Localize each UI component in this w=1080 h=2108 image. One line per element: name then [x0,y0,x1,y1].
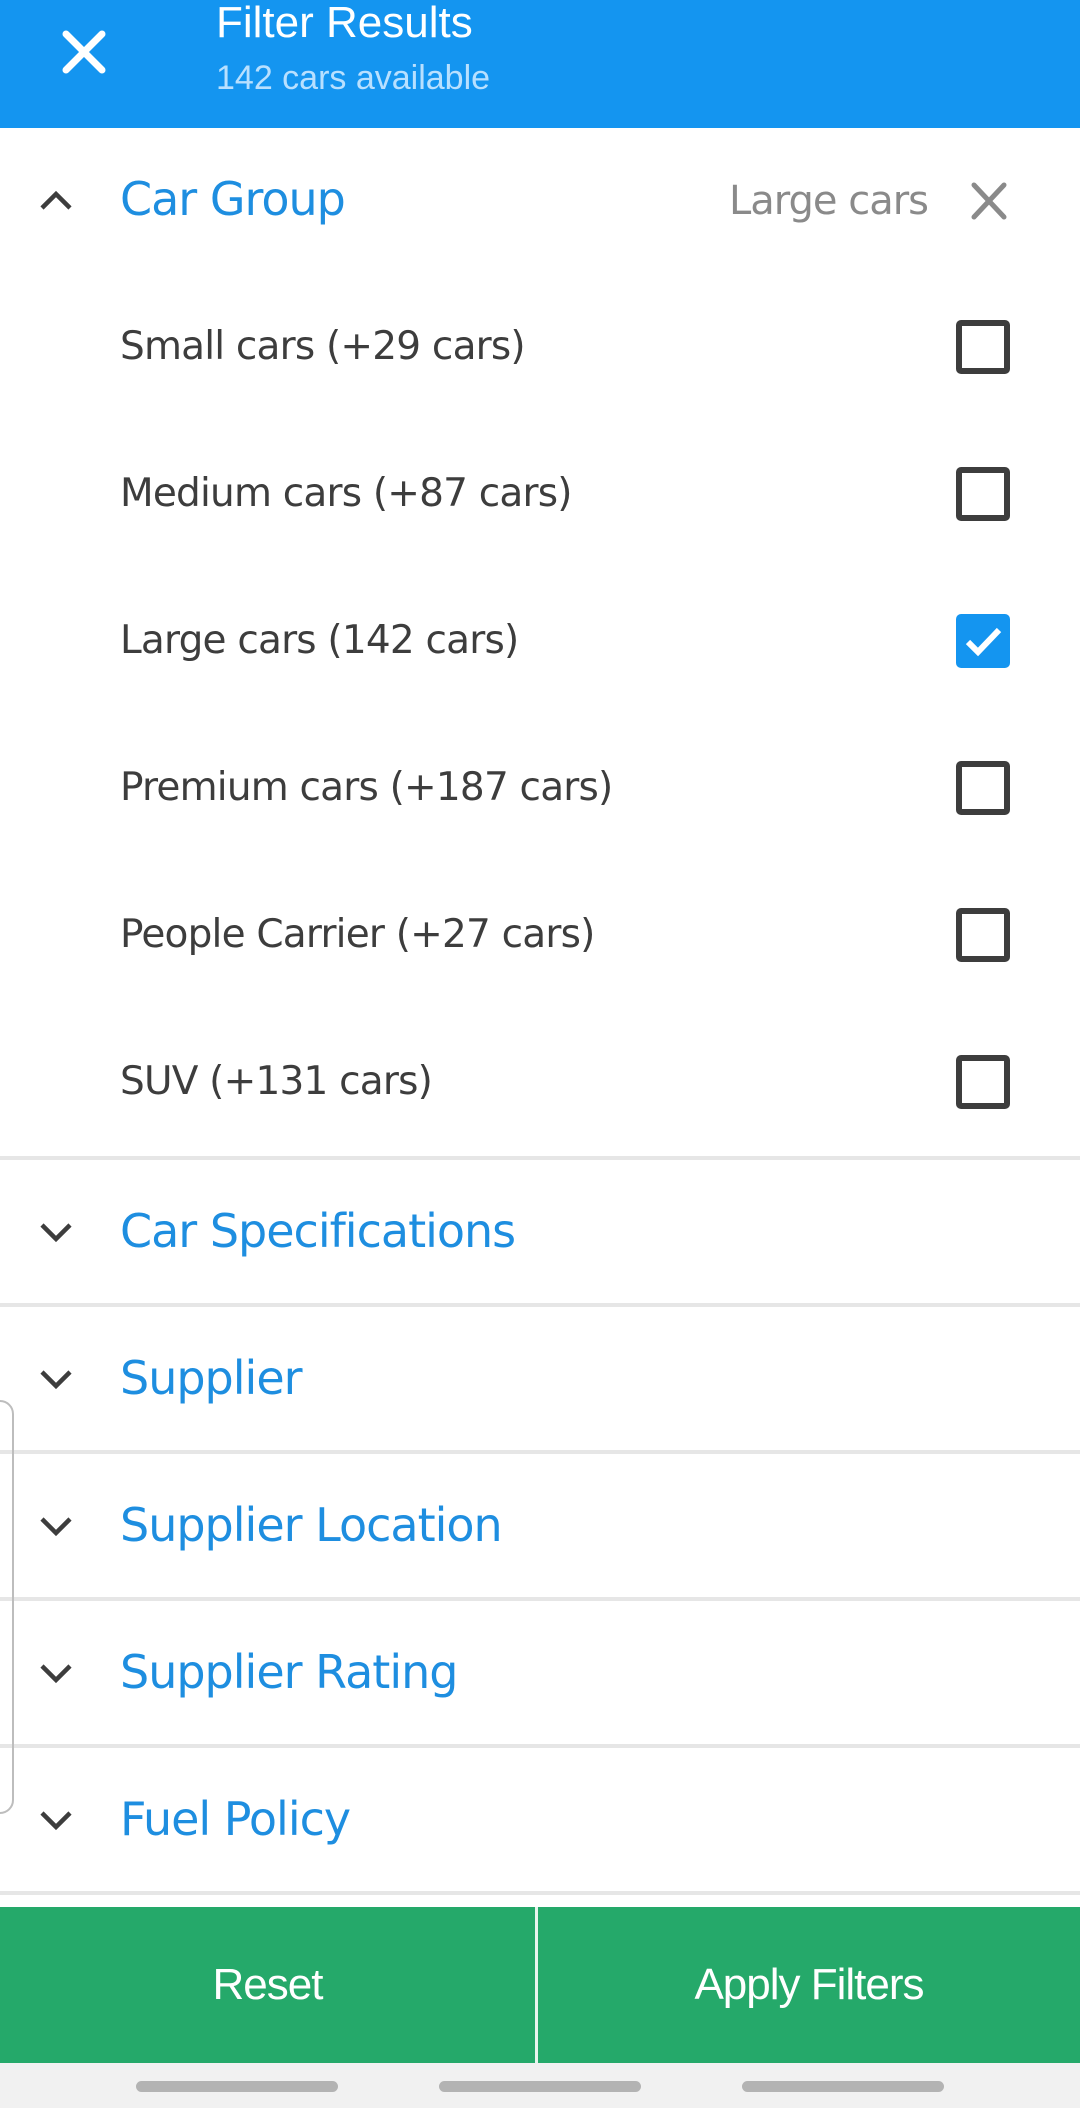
checkbox-large-cars[interactable] [956,614,1010,668]
close-button[interactable] [52,20,116,84]
divider [0,1891,1080,1895]
chevron-down-icon[interactable] [36,1653,76,1693]
car-group-selected-value: Large cars [728,178,929,224]
chevron-down-icon[interactable] [36,1506,76,1546]
section-supplier[interactable]: Supplier [0,1303,1080,1450]
clear-car-group-button[interactable] [964,176,1014,226]
option-label: Medium cars (+87 cars) [120,471,572,516]
system-nav-bar [0,2063,1080,2108]
chevron-down-icon[interactable] [36,1359,76,1399]
option-label: Large cars (142 cars) [120,618,519,663]
checkbox-people-carrier[interactable] [956,908,1010,962]
close-icon [971,182,1007,220]
checkbox-small-cars[interactable] [956,320,1010,374]
checkbox-medium-cars[interactable] [956,467,1010,521]
nav-gesture-pill[interactable] [742,2081,944,2092]
option-large-cars[interactable]: Large cars (142 cars) [0,568,1080,715]
nav-gesture-pill[interactable] [439,2081,641,2092]
option-small-cars[interactable]: Small cars (+29 cars) [0,274,1080,421]
option-suv[interactable]: SUV (+131 cars) [0,1009,1080,1156]
checkbox-suv[interactable] [956,1055,1010,1109]
chevron-up-icon[interactable] [36,180,76,220]
option-label: People Carrier (+27 cars) [120,912,595,957]
section-car-specifications[interactable]: Car Specifications [0,1156,1080,1303]
section-title: Car Specifications [120,1204,516,1258]
option-people-carrier[interactable]: People Carrier (+27 cars) [0,862,1080,1009]
section-supplier-location[interactable]: Supplier Location [0,1450,1080,1597]
section-title: Supplier [120,1351,303,1405]
reset-button[interactable]: Reset [0,1907,538,2063]
section-title: Supplier Rating [120,1645,458,1699]
action-bar: Reset Apply Filters [0,1907,1080,2063]
section-fuel-policy[interactable]: Fuel Policy [0,1744,1080,1891]
chevron-down-icon[interactable] [36,1212,76,1252]
option-medium-cars[interactable]: Medium cars (+87 cars) [0,421,1080,568]
close-icon [62,30,106,74]
section-title: Supplier Location [120,1498,503,1552]
option-label: Premium cars (+187 cars) [120,765,613,810]
section-supplier-rating[interactable]: Supplier Rating [0,1597,1080,1744]
apply-filters-button[interactable]: Apply Filters [538,1907,1080,2063]
app-header: Filter Results 142 cars available [0,0,1080,128]
option-premium-cars[interactable]: Premium cars (+187 cars) [0,715,1080,862]
chevron-down-icon[interactable] [36,1800,76,1840]
car-group-title: Car Group [120,172,346,226]
section-title: Fuel Policy [120,1792,351,1846]
page-title: Filter Results [216,0,473,47]
car-group-header[interactable]: Car Group Large cars [0,128,1080,274]
checkmark-icon [965,627,1002,657]
edge-swipe-handle[interactable] [0,1400,14,1814]
results-count: 142 cars available [216,59,491,97]
nav-gesture-pill[interactable] [136,2081,338,2092]
checkbox-premium-cars[interactable] [956,761,1010,815]
option-label: Small cars (+29 cars) [120,324,526,369]
option-label: SUV (+131 cars) [120,1059,433,1104]
